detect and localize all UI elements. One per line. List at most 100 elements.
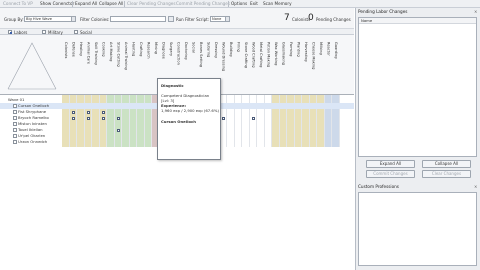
column-header-label: Stone Crafting — [244, 42, 248, 68]
pending-panel-title: Pending Labor Changes — [358, 9, 408, 14]
colonist-checkbox[interactable] — [13, 110, 17, 114]
pending-label: Pending Changes — [316, 17, 351, 22]
colonist-checkbox[interactable] — [13, 128, 17, 132]
column-header-label: Skill Training — [94, 42, 98, 65]
labor-enabled-marker[interactable] — [86, 116, 90, 120]
column-header-label: Potion Making — [266, 42, 271, 68]
labor-enabled-marker[interactable] — [71, 110, 75, 114]
labor-enabled-marker[interactable] — [101, 110, 105, 114]
column-header-label: Diagnose — [161, 42, 166, 59]
labor-enabled-marker[interactable] — [101, 116, 105, 120]
military-checkbox[interactable] — [42, 30, 46, 34]
column-header-label: Surgery — [169, 42, 173, 57]
column-header-label: Dressing — [214, 42, 218, 58]
column-header-label: Mining — [154, 42, 158, 54]
labors-checkbox[interactable] — [8, 30, 12, 34]
column-header-label: Bones Setting — [199, 42, 203, 68]
menu-scan-memory[interactable]: Scan Memory — [263, 1, 292, 7]
labor-enabled-marker[interactable] — [251, 116, 255, 120]
column-header-label: Harvesting — [304, 42, 308, 62]
filter-input[interactable] — [110, 16, 166, 22]
column-header-label: Colonists — [64, 42, 68, 59]
chevron-down-icon — [71, 17, 75, 21]
column-header-label: Social — [191, 42, 196, 53]
clear-filter-button[interactable] — [168, 16, 174, 22]
column-header-label: Hunting — [131, 42, 136, 57]
column-header-label: Reactor — [326, 42, 331, 56]
column-header-label: Metal Crafting — [259, 42, 263, 68]
menu-separator — [124, 1, 125, 7]
column-header-label: Glassmaking — [281, 42, 286, 66]
colonist-checkbox[interactable] — [13, 122, 17, 126]
menu-options[interactable]: Options — [231, 1, 247, 7]
menu-show-connector[interactable]: Show Conenctor — [40, 1, 74, 7]
filter-label: Filter Colonies: — [80, 17, 110, 22]
column-header-label: Firing — [236, 42, 241, 52]
side-panel: Pending Labor Changes × Name Expand All … — [355, 8, 480, 270]
column-header-label: Healing — [79, 42, 83, 56]
toolbar: Group By: Big Hive Wave Filter Colonies:… — [0, 8, 354, 28]
colonist-checkbox[interactable] — [13, 134, 17, 138]
labor-enabled-marker[interactable] — [71, 116, 75, 120]
column-header-label: Defense — [71, 42, 76, 57]
pending-changes-list[interactable]: Name — [358, 17, 477, 157]
column-header-label: Cheese Making — [311, 42, 316, 70]
column-header-label: Building — [229, 42, 233, 57]
group-by-select[interactable]: Big Hive Wave — [24, 16, 76, 22]
script-label: Run Filter Script: — [176, 17, 210, 22]
group-by-value: Big Hive Wave — [26, 17, 52, 21]
custom-professions-list[interactable] — [358, 192, 477, 266]
menu-separator — [228, 1, 229, 7]
column-header-label: Wound Dressing — [221, 42, 226, 72]
colonist-checkbox[interactable] — [13, 116, 17, 120]
labor-enabled-marker[interactable] — [221, 116, 225, 120]
column-header-label: Cooking — [101, 42, 106, 57]
column-header-label: Wax Working — [274, 42, 278, 66]
list-header: Name — [359, 18, 476, 24]
pending-count: 0 — [308, 13, 314, 23]
labor-enabled-marker[interactable] — [116, 128, 120, 132]
column-header-label: Construction — [176, 42, 181, 65]
column-header-label: Art Making — [109, 42, 113, 62]
menu-connect[interactable]: Connect To VP — [3, 1, 33, 7]
menu-exit[interactable]: Exit — [250, 1, 258, 7]
chevron-down-icon — [225, 17, 229, 21]
labor-enabled-marker[interactable] — [86, 110, 90, 114]
collapse-all-button[interactable]: Collapse All — [422, 160, 471, 168]
colonist-checkbox[interactable] — [13, 140, 17, 144]
column-header-label: Stone Cutting — [116, 42, 121, 67]
professions-panel-title: Custom Professions — [358, 184, 399, 189]
column-header-label: Animal Training — [124, 42, 128, 70]
script-select[interactable]: None — [210, 16, 230, 22]
menu-commit-pending[interactable]: Commit Pending Changes — [176, 1, 230, 7]
view-toggle-bar: Labors Military Social — [0, 28, 354, 35]
column-header[interactable]: Guarding — [332, 41, 340, 93]
tooltip-title: Diagnostic — [161, 83, 184, 88]
menu-clear-pending[interactable]: Clear Pending Changes — [127, 1, 176, 7]
group-by-label: Group By: — [4, 17, 24, 22]
colonist-checkbox[interactable] — [13, 104, 17, 108]
menu-collapse-all[interactable]: Collapse All — [99, 1, 123, 7]
tooltip-colonist: Curson Onelloch — [161, 119, 196, 124]
column-header-label: Wood Crafting — [251, 42, 256, 68]
column-header-label: Animal Care — [86, 42, 91, 64]
close-icon[interactable]: × — [474, 185, 478, 189]
menu-expand-all[interactable]: Expand All — [75, 1, 97, 7]
column-header-label: Guarding — [334, 42, 338, 59]
labor-enabled-marker[interactable] — [116, 116, 120, 120]
script-value: None — [212, 17, 222, 21]
clear-changes-button[interactable]: Clear Changes — [422, 170, 471, 178]
skill-tooltip: Diagnostic Competent Diagnostician [Lvl:… — [157, 78, 221, 160]
column-header-label: Research — [146, 42, 151, 59]
column-header-label: Doctoring — [184, 42, 188, 60]
close-icon[interactable]: × — [474, 10, 478, 14]
column-header-label: Farming — [289, 42, 293, 57]
commit-changes-button[interactable]: Commit Changes — [366, 170, 415, 178]
expand-all-button[interactable]: Expand All — [366, 160, 415, 168]
colonist-name: Urzon Onnedch — [18, 139, 48, 144]
column-header-label: Planting — [296, 42, 301, 57]
colonists-count: 7 — [284, 13, 290, 23]
column-header-label: Crafting — [139, 42, 143, 57]
social-checkbox[interactable] — [74, 30, 78, 34]
menu-bar: Connect To VP Show Conenctor Expand All … — [0, 0, 480, 8]
